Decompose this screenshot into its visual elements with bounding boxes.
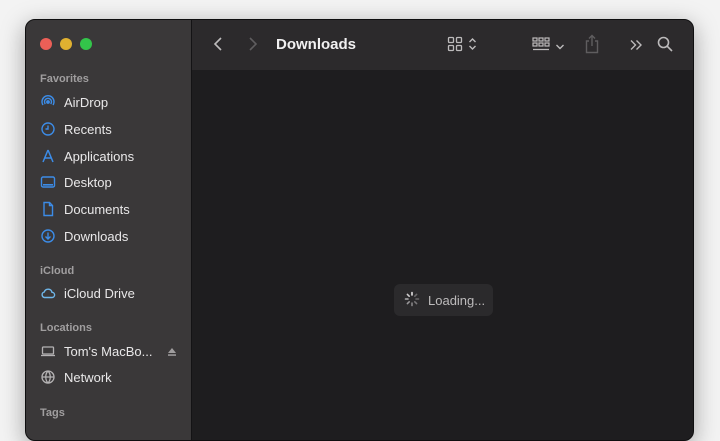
laptop-icon: [40, 343, 56, 359]
sidebar: Favorites AirDrop Recents Applications D…: [26, 20, 192, 440]
section-title-favorites: Favorites: [40, 73, 89, 85]
sidebar-item-label: Downloads: [64, 228, 129, 244]
sidebar-item-label: AirDrop: [64, 94, 109, 110]
sidebar-item-desktop[interactable]: Desktop: [40, 170, 185, 194]
sidebar-item-label: Documents: [64, 201, 130, 217]
download-icon: [40, 228, 56, 244]
grid-view-icon: [447, 36, 463, 57]
section-title-locations: Locations: [40, 322, 92, 334]
share-icon: [584, 34, 600, 59]
sidebar-item-label: Desktop: [64, 174, 112, 190]
globe-icon: [40, 369, 56, 385]
sidebar-item-applications[interactable]: Applications: [40, 144, 185, 168]
traffic-lights: [40, 38, 92, 50]
group-button[interactable]: [532, 37, 565, 56]
finder-window: Favorites AirDrop Recents Applications D…: [25, 19, 694, 441]
back-button[interactable]: [212, 36, 224, 52]
close-button[interactable]: [40, 38, 52, 50]
view-mode-button[interactable]: [447, 36, 477, 57]
forward-button[interactable]: [247, 36, 259, 52]
double-chevron-right-icon: [629, 38, 643, 56]
sidebar-item-network[interactable]: Network: [40, 365, 185, 389]
sidebar-item-airdrop[interactable]: AirDrop: [40, 90, 185, 114]
sidebar-item-label: Tom's MacBo...: [64, 343, 153, 359]
section-title-tags: Tags: [40, 407, 65, 419]
window-title: Downloads: [276, 36, 357, 53]
document-icon: [40, 201, 56, 217]
share-button[interactable]: [584, 34, 600, 59]
sidebar-item-recents[interactable]: Recents: [40, 117, 185, 141]
minimize-button[interactable]: [60, 38, 72, 50]
airdrop-icon: [40, 94, 56, 110]
zoom-button[interactable]: [80, 38, 92, 50]
sidebar-item-documents[interactable]: Documents: [40, 197, 185, 221]
sidebar-item-label: Recents: [64, 121, 112, 137]
toolbar: Downloads: [192, 20, 693, 70]
spinner-icon: [404, 291, 420, 310]
sidebar-item-label: iCloud Drive: [64, 285, 135, 301]
eject-icon[interactable]: [167, 345, 177, 360]
section-title-icloud: iCloud: [40, 265, 75, 277]
desktop-icon: [40, 174, 56, 190]
more-toolbar-button[interactable]: [629, 38, 643, 56]
search-button[interactable]: [657, 36, 673, 57]
loading-indicator: Loading...: [394, 284, 493, 316]
sidebar-item-label: Applications: [64, 148, 135, 164]
loading-text: Loading...: [428, 292, 486, 308]
sidebar-item-downloads[interactable]: Downloads: [40, 224, 185, 248]
clock-icon: [40, 121, 56, 137]
chevron-down-icon: [555, 38, 565, 56]
group-icon: [532, 37, 550, 56]
sidebar-item-macbook[interactable]: Tom's MacBo...: [40, 339, 185, 363]
search-icon: [657, 36, 673, 57]
sidebar-item-label: Network: [64, 369, 112, 385]
sidebar-item-icloud-drive[interactable]: iCloud Drive: [40, 281, 185, 305]
applications-icon: [40, 148, 56, 164]
chevron-updown-icon: [468, 37, 477, 56]
file-browser-content[interactable]: Loading...: [192, 70, 693, 440]
cloud-icon: [40, 285, 56, 301]
